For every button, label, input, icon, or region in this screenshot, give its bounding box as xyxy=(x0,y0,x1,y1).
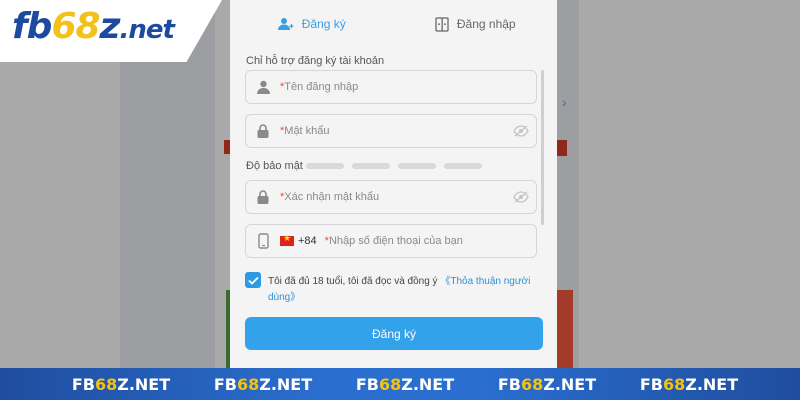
lock-icon xyxy=(246,190,280,204)
confirm-password-field[interactable]: *Xác nhận mật khẩu xyxy=(245,180,537,214)
tab-register-label: Đăng ký xyxy=(301,17,346,31)
form-scrollbar[interactable] xyxy=(541,70,544,225)
terms-checkbox[interactable] xyxy=(245,272,261,288)
strength-segment xyxy=(444,163,482,169)
banner-brand-text: FB68Z.NET xyxy=(497,374,597,394)
vietnam-flag-icon[interactable] xyxy=(280,233,294,246)
password-placeholder: *Mật khẩu xyxy=(280,125,330,137)
terms-text: Tôi đã đủ 18 tuổi, tôi đã đọc và đồng ý … xyxy=(268,276,531,303)
auth-tabs: Đăng ký Đăng nhập xyxy=(230,0,557,48)
eye-off-icon[interactable] xyxy=(506,125,536,137)
register-submit-button[interactable]: Đăng ký xyxy=(245,317,543,350)
strength-segment xyxy=(306,163,344,169)
tab-register[interactable]: Đăng ký xyxy=(230,0,394,48)
lock-icon xyxy=(246,124,280,138)
banner-brand-text: FB68Z.NET xyxy=(71,374,171,394)
register-modal: Đăng ký Đăng nhập Chỉ hỗ trợ đăng ký tài… xyxy=(230,0,557,368)
brand-banner: FB68Z.NET FB68Z.NET FB68Z.NET FB68Z.NET … xyxy=(0,368,800,400)
phone-field[interactable]: +84 *Nhập số điện thoại của bạn xyxy=(245,224,537,258)
username-placeholder: *Tên đăng nhập xyxy=(280,81,359,93)
confirm-password-placeholder: *Xác nhận mật khẩu xyxy=(280,191,380,203)
add-user-icon xyxy=(277,17,294,31)
background-decoration xyxy=(557,140,567,156)
banner-brand-text: FB68Z.NET xyxy=(639,374,739,394)
country-code[interactable]: +84 xyxy=(298,235,317,247)
tab-login-label: Đăng nhập xyxy=(456,17,516,31)
background-decoration xyxy=(557,290,573,368)
login-door-icon xyxy=(435,16,449,32)
password-strength-label: Độ bảo mật xyxy=(246,160,303,172)
password-strength-meter xyxy=(306,163,482,169)
password-field[interactable]: *Mật khẩu xyxy=(245,114,537,148)
tab-login[interactable]: Đăng nhập xyxy=(394,0,558,48)
banner-brand-text: FB68Z.NET xyxy=(355,374,455,394)
brand-logo: fb68z.net xyxy=(0,0,222,62)
chevron-right-icon: › xyxy=(562,94,567,110)
section-label: Chỉ hỗ trợ đăng ký tài khoản xyxy=(246,55,385,67)
checkmark-icon xyxy=(247,276,259,285)
user-icon xyxy=(246,80,280,94)
banner-brand-text: FB68Z.NET xyxy=(213,374,313,394)
strength-segment xyxy=(398,163,436,169)
phone-placeholder: *Nhập số điện thoại của bạn xyxy=(324,235,463,247)
strength-segment xyxy=(352,163,390,169)
eye-off-icon[interactable] xyxy=(506,191,536,203)
logo-text: fb68z.net xyxy=(12,6,175,47)
username-field[interactable]: *Tên đăng nhập xyxy=(245,70,537,104)
phone-icon xyxy=(246,233,280,249)
